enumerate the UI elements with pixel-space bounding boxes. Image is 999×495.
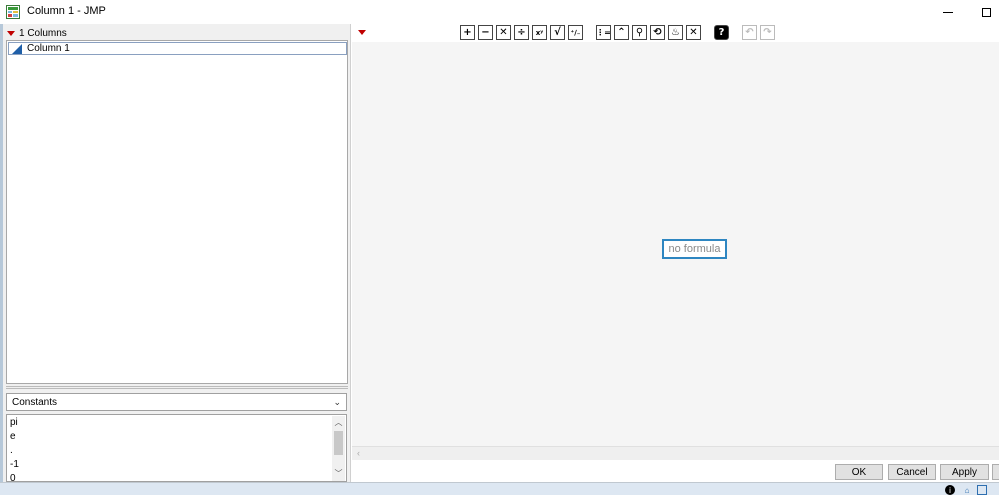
cancel-button[interactable]: Cancel: [888, 464, 936, 480]
function-category-value: Constants: [12, 396, 58, 408]
columns-list[interactable]: Column 1: [6, 40, 348, 384]
apply-button[interactable]: Apply: [940, 464, 989, 480]
delete-icon[interactable]: ✕: [686, 25, 701, 40]
help-icon[interactable]: ?: [714, 25, 729, 40]
functions-list[interactable]: pi e . -1 0 ︿ ﹀: [6, 414, 347, 482]
redo-icon[interactable]: ↷: [760, 25, 775, 40]
maximize-button[interactable]: [963, 0, 999, 24]
continuous-icon: [12, 43, 22, 54]
peel-icon[interactable]: ⌃: [614, 25, 629, 40]
formula-toolbar: + − ✕ ÷ xʸ √ ⁺∕₋ ⋮= ⌃ ⚲ ⟲ ♨ ✕ ? ↶ ↷: [460, 25, 778, 41]
negate-icon[interactable]: ⁺∕₋: [568, 25, 583, 40]
window-edge: [0, 24, 3, 482]
divide-icon[interactable]: ÷: [514, 25, 529, 40]
columns-header: 1 Columns: [6, 27, 67, 39]
window-title: Column 1 - JMP: [27, 5, 106, 17]
jmp-app-icon: [6, 5, 20, 19]
list-item[interactable]: pi: [10, 416, 18, 430]
scroll-up-icon[interactable]: ︿: [332, 417, 345, 429]
column-item[interactable]: Column 1: [8, 42, 347, 55]
window-list-icon[interactable]: [977, 485, 987, 495]
columns-count-label: 1 Columns: [19, 27, 67, 39]
list-item[interactable]: 0: [10, 472, 16, 481]
list-item[interactable]: e: [10, 430, 16, 444]
list-item[interactable]: .: [10, 444, 13, 458]
formula-hscrollbar[interactable]: ‹: [352, 446, 999, 460]
ok-button[interactable]: OK: [835, 464, 883, 480]
pane-splitter[interactable]: [6, 386, 348, 389]
columns-menu-icon[interactable]: [6, 28, 16, 38]
list-icon[interactable]: ⋮=: [596, 25, 611, 40]
title-bar: Column 1 - JMP: [0, 0, 999, 24]
scroll-thumb[interactable]: [334, 431, 343, 455]
root-icon[interactable]: √: [550, 25, 565, 40]
maximize-icon: [981, 7, 991, 17]
undo-icon[interactable]: ↶: [742, 25, 757, 40]
scroll-down-icon[interactable]: ﹀: [332, 468, 345, 480]
power-icon[interactable]: xʸ: [532, 25, 547, 40]
swap-icon[interactable]: ⟲: [650, 25, 665, 40]
scroll-left-icon[interactable]: ‹: [357, 448, 360, 458]
overflow-button[interactable]: [992, 464, 999, 480]
unthrow-icon[interactable]: ♨: [668, 25, 683, 40]
function-category-select[interactable]: Constants ⌄: [6, 393, 347, 411]
minimize-icon: [943, 11, 953, 13]
formula-menu-icon[interactable]: [357, 27, 367, 37]
multiply-icon[interactable]: ✕: [496, 25, 511, 40]
functions-scrollbar[interactable]: ︿ ﹀: [332, 416, 345, 481]
home-icon[interactable]: ⌂: [962, 485, 972, 495]
list-item[interactable]: -1: [10, 458, 19, 472]
subtract-icon[interactable]: −: [478, 25, 493, 40]
chevron-down-icon: ⌄: [333, 397, 341, 407]
formula-placeholder[interactable]: no formula: [662, 239, 727, 259]
add-icon[interactable]: +: [460, 25, 475, 40]
info-icon[interactable]: i: [945, 485, 955, 495]
column-item-label: Column 1: [27, 43, 70, 54]
status-bar: [0, 482, 999, 495]
local-icon[interactable]: ⚲: [632, 25, 647, 40]
